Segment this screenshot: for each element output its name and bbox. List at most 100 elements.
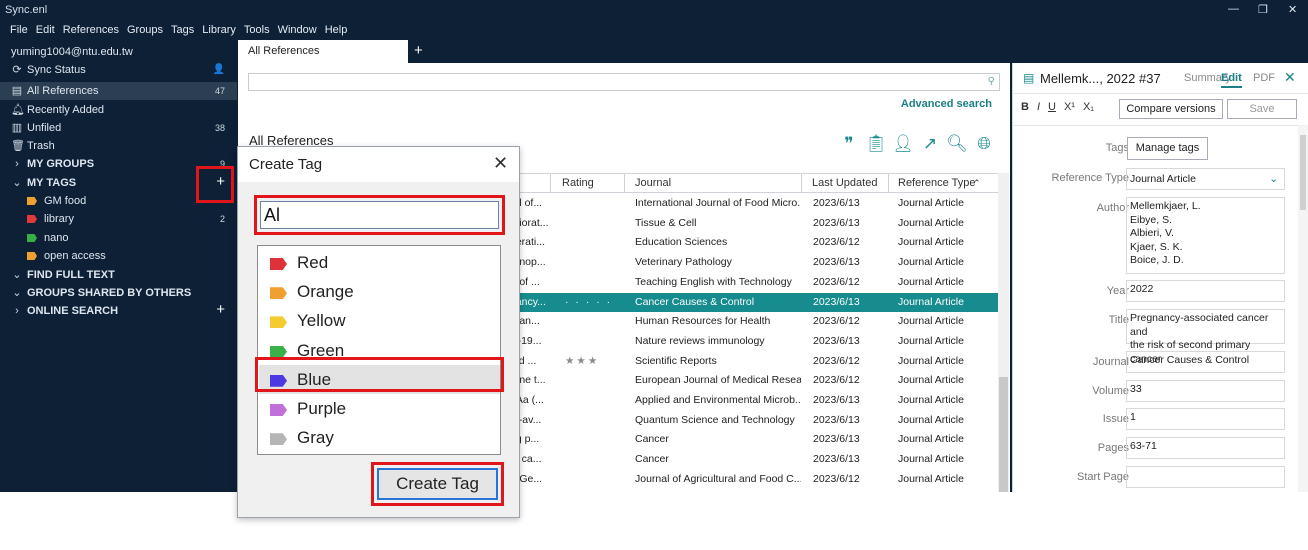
- detail-scrollbar[interactable]: [1298, 125, 1308, 492]
- column-header-reference-type[interactable]: Reference Type: [898, 177, 975, 189]
- issue-field[interactable]: 1: [1126, 408, 1285, 430]
- compare-versions-button[interactable]: Compare versions: [1119, 99, 1223, 119]
- menu-references[interactable]: References: [63, 24, 119, 36]
- sidebar-tag-library[interactable]: library 2: [0, 210, 237, 228]
- italic-icon[interactable]: I: [1037, 101, 1040, 113]
- create-tag-button[interactable]: Create Tag: [377, 468, 498, 500]
- tag-color-chip: [27, 252, 37, 260]
- minimize-icon[interactable]: —: [1228, 3, 1239, 15]
- start-page-field[interactable]: [1126, 466, 1285, 488]
- tag-color-option-red[interactable]: Red: [259, 248, 500, 277]
- share-arrow-icon[interactable]: ↗: [919, 134, 941, 154]
- share-user-icon[interactable]: 👤: [213, 61, 225, 79]
- column-header-last-updated[interactable]: Last Updated: [812, 177, 877, 189]
- reference-title: Mellemk..., 2022 #37: [1040, 71, 1161, 86]
- sidebar-item-trash[interactable]: 🗑︎ Trash: [0, 137, 237, 155]
- author-field[interactable]: Mellemkjaer, L. Eibye, S. Albieri, V. Kj…: [1126, 197, 1285, 274]
- cell-last-updated: 2023/6/12: [813, 374, 860, 387]
- subscript-icon[interactable]: X₁: [1083, 101, 1094, 113]
- menu-tools[interactable]: Tools: [244, 24, 270, 36]
- cell-last-updated: 2023/6/13: [813, 394, 860, 406]
- column-header-rating[interactable]: Rating: [562, 177, 594, 189]
- chevron-right-icon: ›: [15, 158, 19, 170]
- add-user-icon[interactable]: 👤︎: [892, 134, 914, 154]
- sidebar-tag-open-access[interactable]: open access: [0, 247, 237, 265]
- tag-color-chip: [270, 316, 287, 329]
- tag-color-option-yellow[interactable]: Yellow: [259, 306, 500, 335]
- chevron-down-icon: ⌄: [12, 287, 22, 299]
- menu-tags[interactable]: Tags: [171, 24, 194, 36]
- menu-help[interactable]: Help: [325, 24, 348, 36]
- tab-all-references[interactable]: All References: [238, 40, 408, 63]
- quote-icon[interactable]: ❞: [838, 134, 860, 154]
- bold-icon[interactable]: B: [1021, 101, 1029, 113]
- search-input[interactable]: ⚲: [248, 73, 1000, 91]
- close-window-icon[interactable]: ✕: [1288, 3, 1297, 16]
- format-toolbar: B I U X¹ X₁: [1021, 101, 1102, 113]
- volume-field[interactable]: 33: [1126, 380, 1285, 402]
- title-field[interactable]: Pregnancy-associated cancer and the risk…: [1126, 309, 1285, 365]
- cell-reference-type: Journal Article: [898, 453, 964, 466]
- sidebar-tag-nano[interactable]: nano: [0, 229, 237, 247]
- sidebar-item-unfiled[interactable]: ▥ Unfiled 38: [0, 119, 237, 137]
- menu-file[interactable]: File: [10, 24, 28, 36]
- tag-color-option-gray[interactable]: Gray: [259, 423, 500, 452]
- column-header-journal[interactable]: Journal: [635, 177, 671, 189]
- globe-icon[interactable]: 🌐︎: [973, 134, 995, 154]
- manage-tags-button[interactable]: Manage tags: [1127, 137, 1208, 160]
- cell-last-updated: 2023/6/13: [813, 413, 860, 426]
- tab-pdf[interactable]: PDF: [1253, 72, 1275, 84]
- menu-groups[interactable]: Groups: [127, 24, 163, 36]
- sidebar-item-recently-added[interactable]: 🔔︎ Recently Added: [0, 101, 237, 119]
- tag-color-option-purple[interactable]: Purple: [259, 394, 500, 423]
- clipboard-add-icon[interactable]: 📋︎: [865, 134, 887, 154]
- field-label-reference-type: Reference Type: [1051, 172, 1129, 184]
- reference-detail-panel: ▤ Mellemk..., 2022 #37 Summary Edit PDF …: [1012, 63, 1308, 492]
- cell-last-updated: 2023/6/12: [813, 315, 860, 328]
- pages-field[interactable]: 63-71: [1126, 437, 1285, 459]
- scrollbar-thumb[interactable]: [999, 377, 1008, 492]
- sync-icon: ⟳: [12, 64, 22, 76]
- table-scrollbar[interactable]: [998, 173, 1009, 492]
- year-field[interactable]: 2022: [1126, 280, 1285, 302]
- author-line: Kjaer, S. K.: [1130, 240, 1183, 253]
- superscript-icon[interactable]: X¹: [1064, 101, 1075, 113]
- advanced-search-link[interactable]: Advanced search: [901, 98, 992, 110]
- cell-journal: Quantum Science and Technology: [635, 413, 795, 426]
- tag-color-option-orange[interactable]: Orange: [259, 277, 500, 306]
- tab-edit[interactable]: Edit: [1221, 72, 1242, 88]
- add-tab-plus-icon[interactable]: +: [414, 42, 423, 59]
- sidebar-item-all-references[interactable]: ▤ All References 47: [0, 82, 237, 100]
- sidebar-section-groups-shared[interactable]: ⌄ GROUPS SHARED BY OTHERS: [0, 284, 237, 302]
- menu-edit[interactable]: Edit: [36, 24, 55, 36]
- sort-chevron-up-icon[interactable]: ⌃: [973, 178, 981, 189]
- tag-name-input[interactable]: Al: [260, 201, 499, 229]
- scrollbar-thumb[interactable]: [1300, 135, 1306, 210]
- tag-color-label: Purple: [297, 399, 347, 418]
- sidebar-item-sync-status[interactable]: ⟳ Sync Status 👤: [0, 61, 237, 79]
- sidebar-section-find-full-text[interactable]: ⌄ FIND FULL TEXT: [0, 266, 237, 284]
- tag-color-label: Yellow: [297, 311, 346, 331]
- save-button[interactable]: Save: [1227, 99, 1297, 119]
- cell-reference-type: Journal Article: [898, 374, 964, 387]
- add-online-search-icon[interactable]: +: [216, 301, 225, 319]
- author-line: Eibye, S.: [1130, 213, 1173, 226]
- find-pdf-icon[interactable]: 🔍︎: [946, 134, 968, 154]
- tag-color-label: Gray: [297, 428, 334, 448]
- title-bar: Sync.enl — ❐ ✕: [0, 0, 1308, 20]
- sidebar-section-online-search[interactable]: › ONLINE SEARCH +: [0, 301, 237, 320]
- close-icon[interactable]: ✕: [493, 153, 508, 174]
- cell-journal: Journal of Agricultural and Food C...: [635, 472, 801, 485]
- underline-icon[interactable]: U: [1048, 101, 1056, 113]
- menu-window[interactable]: Window: [278, 24, 317, 36]
- restore-icon[interactable]: ❐: [1258, 3, 1268, 16]
- close-panel-icon[interactable]: ✕: [1284, 69, 1296, 86]
- highlight-add-tag: [196, 166, 234, 203]
- journal-field[interactable]: Cancer Causes & Control: [1126, 351, 1285, 373]
- cell-journal: Applied and Environmental Microb...: [635, 394, 801, 406]
- reference-type-select[interactable]: Journal Article ⌄: [1126, 168, 1285, 190]
- unfiled-icon: ▥: [11, 122, 23, 134]
- cell-journal: Cancer: [635, 433, 669, 446]
- menu-library[interactable]: Library: [202, 24, 236, 36]
- cell-last-updated: 2023/6/13: [813, 433, 860, 446]
